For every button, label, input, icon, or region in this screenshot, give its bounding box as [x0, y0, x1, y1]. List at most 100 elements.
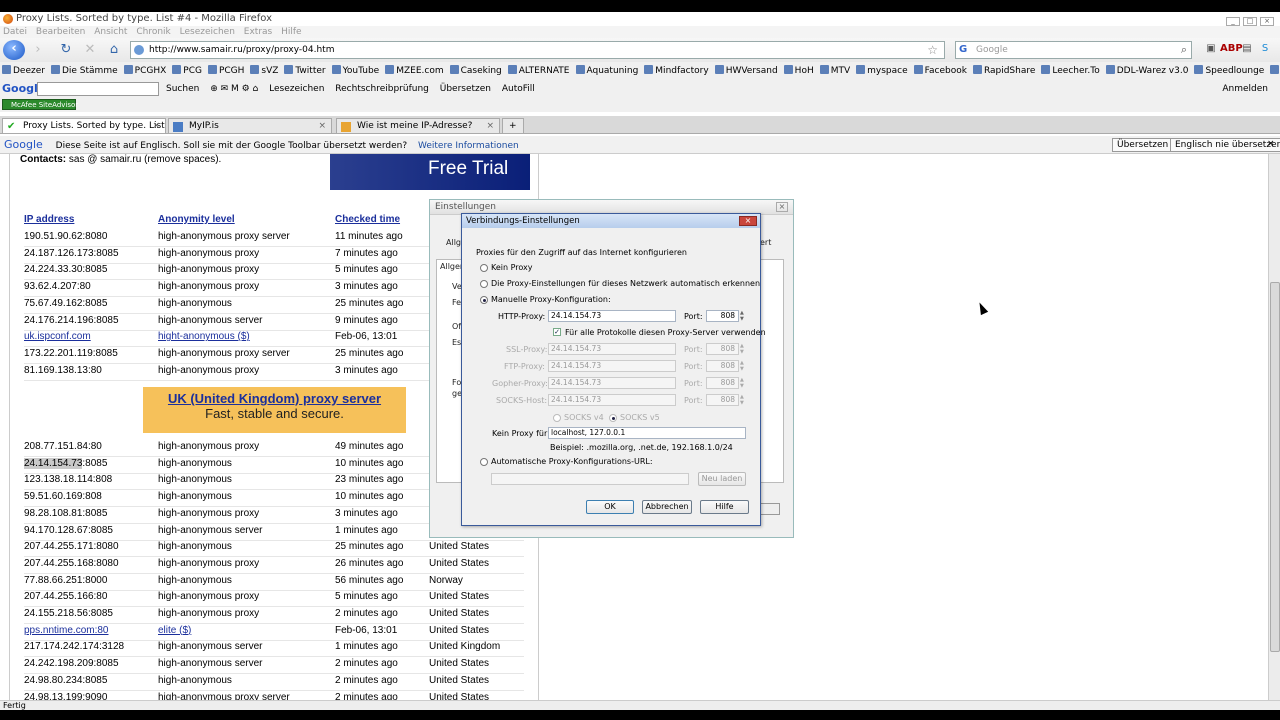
- radio-auto-detect[interactable]: [480, 280, 488, 288]
- addon-icon[interactable]: ▣: [1202, 43, 1220, 54]
- http-port-input[interactable]: 808: [706, 310, 739, 322]
- help-button[interactable]: Hilfe: [700, 500, 749, 514]
- bookmark-item[interactable]: Facebook: [913, 62, 967, 80]
- gtoolbar-rechtschreibung[interactable]: Rechtschreibprüfung: [335, 84, 429, 94]
- tab-proxy-lists[interactable]: ✔ Proxy Lists. Sorted by type. List #4 ×: [2, 118, 181, 133]
- http-port-spinner[interactable]: ▲ ▼: [740, 310, 746, 322]
- free-trial-banner[interactable]: Free Trial: [330, 154, 530, 190]
- minimize-button[interactable]: _: [1226, 17, 1240, 26]
- einstellungen-close-button[interactable]: ×: [776, 202, 788, 212]
- gopher-proxy-input[interactable]: 24.14.154.73: [548, 377, 676, 389]
- ssl-proxy-input[interactable]: 24.14.154.73: [548, 343, 676, 355]
- radio-manual-proxy[interactable]: [480, 296, 488, 304]
- addon2-icon[interactable]: ▤: [1238, 43, 1256, 54]
- ssl-port-spinner[interactable]: ▲ ▼: [740, 343, 746, 355]
- bookmark-item[interactable]: Mindfactory: [644, 62, 709, 80]
- tab-myip[interactable]: MyIP.is ×: [168, 118, 332, 133]
- cancel-button[interactable]: Abbrechen: [642, 500, 692, 514]
- menu-bearbeiten[interactable]: Bearbeiten: [36, 27, 85, 37]
- bookmark-item[interactable]: Speedlounge: [1194, 62, 1264, 80]
- menu-ansicht[interactable]: Ansicht: [94, 27, 127, 37]
- radio-no-proxy[interactable]: [480, 264, 488, 272]
- bookmark-item[interactable]: Twitter: [284, 62, 326, 80]
- maximize-button[interactable]: □: [1243, 17, 1257, 26]
- manual-proxy-label[interactable]: Manuelle Proxy-Konfiguration:: [491, 295, 611, 304]
- close-button[interactable]: ×: [1260, 17, 1274, 26]
- menu-lesezeichen[interactable]: Lesezeichen: [180, 27, 235, 37]
- ftp-proxy-input[interactable]: 24.14.154.73: [548, 360, 676, 372]
- menu-datei[interactable]: Datei: [3, 27, 27, 37]
- gopher-port-input[interactable]: 808: [706, 377, 739, 389]
- url-bar[interactable]: http://www.samair.ru/proxy/proxy-04.htm …: [130, 41, 945, 59]
- bookmark-star-icon[interactable]: ☆: [927, 42, 938, 58]
- stop-icon[interactable]: ✕: [80, 41, 100, 59]
- socks5-label[interactable]: SOCKS v5: [620, 413, 660, 422]
- radio-auto-config-url[interactable]: [480, 458, 488, 466]
- bookmark-item[interactable]: myspace: [856, 62, 908, 80]
- search-box[interactable]: G Google ⌕: [955, 41, 1192, 59]
- ssl-port-input[interactable]: 808: [706, 343, 739, 355]
- bookmark-item[interactable]: Caseking: [449, 62, 502, 80]
- bookmark-item[interactable]: PCG: [172, 62, 202, 80]
- bookmark-item[interactable]: 3dl.am: [1270, 62, 1280, 80]
- reload-icon[interactable]: ↻: [56, 41, 76, 59]
- bookmark-item[interactable]: Leecher.To: [1041, 62, 1100, 80]
- gtoolbar-lesezeichen[interactable]: Lesezeichen: [269, 84, 324, 94]
- translate-button[interactable]: Übersetzen: [1112, 138, 1174, 152]
- connection-dialog-close-icon[interactable]: ×: [739, 216, 757, 226]
- bookmark-item[interactable]: DDL-Warez v3.0: [1105, 62, 1188, 80]
- gtoolbar-suchen[interactable]: Suchen: [166, 84, 199, 94]
- bookmark-item[interactable]: RapidShare: [972, 62, 1035, 80]
- translate-close-icon[interactable]: ×: [1263, 138, 1279, 152]
- bookmark-item[interactable]: YouTube: [331, 62, 379, 80]
- bookmark-item[interactable]: PCGHX: [123, 62, 166, 80]
- search-icon[interactable]: ⌕: [1181, 42, 1187, 58]
- socks-host-input[interactable]: 24.14.154.73: [548, 394, 676, 406]
- socks-port-input[interactable]: 808: [706, 394, 739, 406]
- ip-cell[interactable]: pps.nntime.com:80: [24, 625, 109, 636]
- bookmark-item[interactable]: sVZ: [250, 62, 278, 80]
- tab-close-icon[interactable]: ×: [486, 119, 494, 133]
- translate-more-link[interactable]: Weitere Informationen: [418, 141, 519, 151]
- selected-ip-text[interactable]: 24.14.154.73: [24, 457, 83, 469]
- scrollbar-thumb[interactable]: [1270, 282, 1280, 652]
- reload-button[interactable]: Neu laden: [698, 472, 746, 486]
- radio-socks5[interactable]: [609, 414, 617, 422]
- auto-config-url-input[interactable]: [491, 473, 689, 485]
- gtoolbar-signin[interactable]: Anmelden: [1222, 80, 1268, 98]
- all-protocols-label[interactable]: Für alle Protokolle diesen Proxy-Server …: [565, 328, 766, 337]
- new-tab-button[interactable]: +: [502, 118, 524, 133]
- bookmark-item[interactable]: ALTERNATE: [507, 62, 570, 80]
- socks4-label[interactable]: SOCKS v4: [564, 413, 604, 422]
- ip-cell[interactable]: uk.ispconf.com: [24, 331, 91, 342]
- skype-icon[interactable]: S: [1256, 43, 1274, 54]
- anonymity-cell[interactable]: elite ($): [158, 625, 191, 636]
- bookmark-item[interactable]: MZEE.com: [385, 62, 444, 80]
- no-proxy-label[interactable]: Kein Proxy: [491, 263, 533, 272]
- google-toolbar-search-input[interactable]: [37, 82, 159, 96]
- uk-proxy-banner[interactable]: UK (United Kingdom) proxy server Fast, s…: [143, 387, 406, 433]
- ok-button[interactable]: OK: [586, 500, 634, 514]
- auto-config-url-label[interactable]: Automatische Proxy-Konfigurations-URL:: [491, 457, 653, 466]
- bookmark-item[interactable]: PCGH: [207, 62, 244, 80]
- header-anonymity[interactable]: Anonymity level: [158, 214, 235, 225]
- gopher-port-spinner[interactable]: ▲ ▼: [740, 377, 746, 389]
- bookmark-item[interactable]: MTV: [819, 62, 850, 80]
- menu-chronik[interactable]: Chronik: [136, 27, 170, 37]
- uk-banner-title[interactable]: UK (United Kingdom) proxy server: [143, 391, 406, 406]
- tab-close-icon[interactable]: ×: [318, 119, 326, 133]
- forward-button[interactable]: ›: [28, 41, 48, 59]
- header-ip[interactable]: IP address: [24, 214, 74, 225]
- ftp-port-spinner[interactable]: ▲ ▼: [740, 360, 746, 372]
- anonymity-cell[interactable]: hight-anonymous ($): [158, 331, 250, 342]
- socks-port-spinner[interactable]: ▲ ▼: [740, 394, 746, 406]
- bookmark-item[interactable]: HoH: [783, 62, 814, 80]
- all-protocols-checkbox[interactable]: ✓: [553, 328, 561, 336]
- radio-socks4[interactable]: [553, 414, 561, 422]
- bookmark-item[interactable]: HWVersand: [714, 62, 778, 80]
- auto-detect-label[interactable]: Die Proxy-Einstellungen für dieses Netzw…: [491, 279, 760, 288]
- back-button[interactable]: ‹: [3, 40, 25, 60]
- tab-close-icon[interactable]: ×: [152, 119, 160, 133]
- http-proxy-input[interactable]: 24.14.154.73: [548, 310, 676, 322]
- vertical-scrollbar[interactable]: [1268, 154, 1280, 702]
